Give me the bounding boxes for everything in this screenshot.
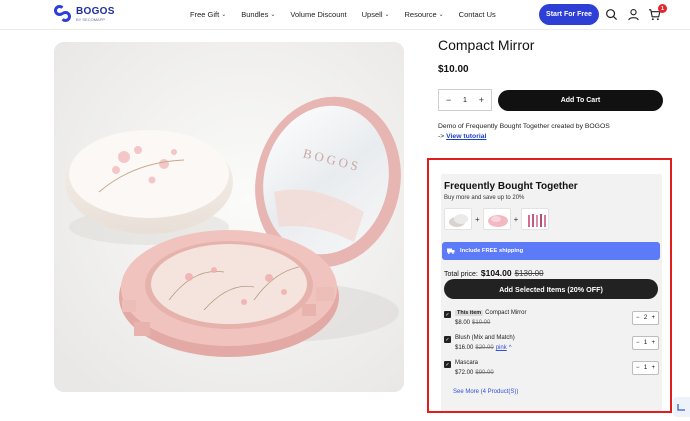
compact-mirror-illustration: BOGOS — [54, 42, 404, 392]
product-title: Compact Mirror — [438, 37, 535, 53]
thumb-mascara[interactable] — [521, 208, 550, 230]
item-price: $16.00 — [455, 345, 474, 351]
free-shipping-label: Include FREE shipping — [460, 248, 524, 254]
user-icon[interactable] — [627, 8, 640, 21]
item-quantity[interactable]: 1 — [644, 365, 647, 371]
item-price: $8.00 — [455, 320, 471, 326]
item-quantity-stepper: − 2 + — [632, 311, 659, 325]
chevron-down-icon: ⌄ — [221, 12, 227, 18]
item-name: Blush (Mix and Match) — [455, 335, 515, 341]
plus-icon: + — [475, 214, 480, 224]
item-quantity[interactable]: 2 — [644, 315, 647, 321]
main-nav: Free Gift ⌄ Bundles ⌄ Volume Discount Upse… — [190, 10, 496, 19]
item-quantity-stepper: − 1 + — [632, 336, 659, 350]
nav-resource[interactable]: Resource ⌄ — [405, 10, 444, 19]
start-for-free-button[interactable]: Start For Free — [539, 4, 599, 25]
nav-contact-us[interactable]: Contact Us — [459, 10, 496, 19]
thumb-compact-mirror[interactable] — [444, 208, 472, 230]
total-price-row: Total price: $104.00 $130.00 — [444, 268, 544, 278]
logo-tagline: BY SECOMAPP — [76, 16, 106, 22]
quantity-stepper: − 1 + — [438, 89, 492, 111]
bundle-item: ✓ Mascara $72.00 $90.00 − 1 + — [444, 360, 659, 382]
cart-count-badge: 1 — [658, 4, 667, 13]
plus-icon: + — [513, 214, 519, 224]
item-old-price: $20.00 — [475, 345, 494, 351]
see-more-link[interactable]: See More (4 Product(S)) — [453, 389, 518, 395]
widget-title: Frequently Bought Together — [444, 181, 578, 192]
item-increase-button[interactable]: + — [651, 365, 655, 371]
quantity-value[interactable]: 1 — [463, 97, 467, 104]
item-decrease-button[interactable]: − — [636, 365, 640, 371]
item-old-price: $10.00 — [472, 320, 491, 326]
nav-bundles[interactable]: Bundles ⌄ — [241, 10, 275, 19]
decrease-quantity-button[interactable]: − — [446, 95, 451, 105]
increase-quantity-button[interactable]: + — [479, 95, 484, 105]
nav-upsell[interactable]: Upsell ⌄ — [362, 10, 390, 19]
bundle-item: ✓ Blush (Mix and Match) $16.00 $20.00 pi… — [444, 335, 659, 357]
demo-description: Demo of Frequently Bought Together creat… — [438, 123, 610, 130]
site-header: BOGOS BY SECOMAPP Free Gift ⌄ Bundles ⌄ Vo… — [0, 0, 690, 30]
chevron-down-icon: ⌄ — [270, 12, 276, 18]
item-quantity-stepper: − 1 + — [632, 361, 659, 375]
nav-volume-discount[interactable]: Volume Discount — [290, 10, 346, 19]
product-price: $10.00 — [438, 64, 469, 75]
variant-selector[interactable]: pink — [496, 345, 507, 351]
chat-widget-icon[interactable] — [673, 397, 690, 417]
logo-mark-icon — [54, 5, 72, 23]
add-to-cart-button[interactable]: Add To Cart — [498, 90, 663, 111]
total-old-price: $130.00 — [514, 269, 544, 278]
search-icon[interactable] — [605, 8, 618, 21]
item-price: $72.00 — [455, 370, 474, 376]
chevron-down-icon: ⌄ — [384, 12, 390, 18]
item-checkbox[interactable]: ✓ — [444, 361, 451, 368]
logo-name: BOGOS — [76, 5, 115, 17]
item-old-price: $90.00 — [475, 370, 494, 376]
item-increase-button[interactable]: + — [651, 340, 655, 346]
this-item-tag: This item — [455, 310, 484, 316]
product-thumbnails: + + — [444, 208, 550, 230]
item-decrease-button[interactable]: − — [636, 340, 640, 346]
item-name: Compact Mirror — [485, 310, 527, 316]
widget-subtitle: Buy more and save up to 20% — [444, 195, 525, 201]
view-tutorial-line: -> View tutorial — [438, 133, 486, 140]
bundle-item: ✓ This item Compact Mirror $8.00 $10.00 … — [444, 310, 659, 332]
nav-free-gift[interactable]: Free Gift ⌄ — [190, 10, 226, 19]
chevron-down-icon: ⌄ — [438, 12, 444, 18]
chevron-up-icon[interactable]: ^ — [509, 345, 512, 351]
item-checkbox[interactable]: ✓ — [444, 311, 451, 318]
item-increase-button[interactable]: + — [651, 315, 655, 321]
link-prefix: -> — [438, 133, 445, 140]
item-name: Mascara — [455, 360, 479, 366]
bogos-logo[interactable]: BOGOS BY SECOMAPP — [54, 5, 115, 23]
add-selected-items-button[interactable]: Add Selected Items (20% OFF) — [444, 279, 658, 299]
free-shipping-banner: Include FREE shipping — [442, 242, 660, 260]
item-decrease-button[interactable]: − — [636, 315, 640, 321]
thumb-blush[interactable] — [482, 208, 511, 230]
item-checkbox[interactable]: ✓ — [444, 336, 451, 343]
total-price-value: $104.00 — [480, 268, 512, 278]
item-quantity[interactable]: 1 — [644, 340, 647, 346]
product-image: BOGOS — [54, 42, 404, 392]
frequently-bought-together-widget: Frequently Bought Together Buy more and … — [441, 174, 662, 411]
truck-icon — [447, 248, 455, 254]
view-tutorial-link[interactable]: View tutorial — [446, 133, 486, 140]
total-price-label: Total price: — [444, 271, 478, 278]
